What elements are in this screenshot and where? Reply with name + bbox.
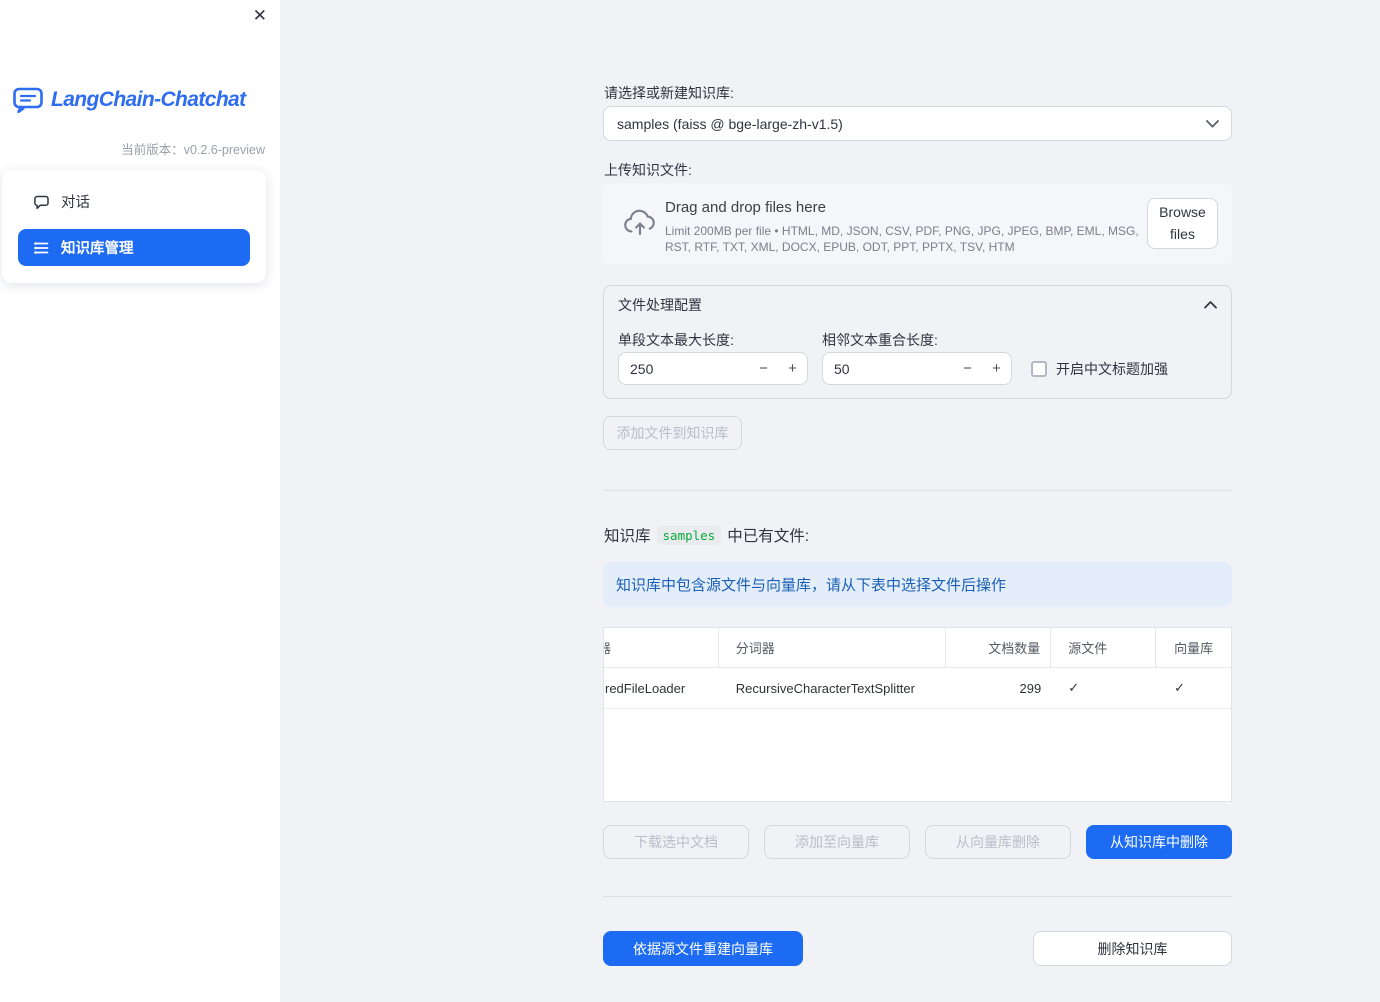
cell-vector-check: ✓	[1174, 680, 1185, 695]
delete-from-vectorstore-button[interactable]: 从向量库删除	[925, 825, 1071, 859]
delete-from-kb-button[interactable]: 从知识库中删除	[1086, 825, 1232, 859]
overlap-increment-button[interactable]: +	[982, 353, 1011, 384]
config-expander-header[interactable]: 文件处理配置	[604, 286, 1231, 323]
sidebar-item-label: 对话	[61, 195, 90, 211]
chunk-size-value[interactable]: 250	[619, 353, 749, 384]
chunk-size-input[interactable]: 250 − +	[618, 352, 808, 385]
kb-files-line: 知识库 samples 中已有文件:	[604, 524, 809, 546]
kb-selected-value: samples (faiss @ bge-large-zh-v1.5)	[617, 115, 843, 132]
chevron-down-icon	[1206, 119, 1219, 128]
dropzone-hint: Limit 200MB per file • HTML, MD, JSON, C…	[665, 224, 1139, 254]
checkbox-label: 开启中文标题加强	[1056, 361, 1168, 377]
sidebar-menu: 对话 知识库管理	[2, 170, 266, 283]
browse-files-button[interactable]: Browse files	[1147, 198, 1218, 249]
table-header-doc-count: 文档数量	[946, 628, 1052, 667]
kb-selectbox[interactable]: samples (faiss @ bge-large-zh-v1.5)	[603, 106, 1232, 141]
config-expander-title: 文件处理配置	[618, 296, 702, 313]
table-header-row: 器 分词器 文档数量 源文件 向量库	[604, 628, 1231, 668]
upload-label: 上传知识文件:	[604, 162, 692, 178]
table-header-source-file: 源文件	[1051, 628, 1157, 667]
kb-files-suffix: 中已有文件:	[727, 528, 810, 545]
chunk-size-label: 单段文本最大长度:	[618, 332, 734, 348]
overlap-size-value[interactable]: 50	[823, 353, 953, 384]
divider	[603, 490, 1232, 491]
sidebar-item-chat[interactable]: 对话	[18, 183, 250, 220]
dropzone-title: Drag and drop files here	[665, 199, 826, 216]
main-content: 请选择或新建知识库: samples (faiss @ bge-large-zh…	[603, 0, 1234, 1002]
table-row[interactable]: redFileLoader RecursiveCharacterTextSpli…	[604, 668, 1231, 709]
config-expander: 文件处理配置 单段文本最大长度: 相邻文本重合长度: 250 − + 50 − …	[603, 285, 1232, 399]
table-header-loader: 器	[604, 628, 719, 667]
sidebar-item-label: 知识库管理	[61, 241, 134, 257]
divider	[603, 896, 1232, 897]
file-uploader-dropzone[interactable]: Drag and drop files here Limit 200MB per…	[603, 183, 1232, 265]
sidebar: ✕ LangChain-Chatchat 当前版本：v0.2.6-preview	[0, 0, 280, 1002]
chevron-up-icon	[1204, 300, 1217, 309]
chunk-size-decrement-button[interactable]: −	[749, 353, 778, 384]
info-banner: 知识库中包含源文件与向量库，请从下表中选择文件后操作	[603, 562, 1232, 607]
chat-bubble-icon	[33, 194, 50, 210]
version-label: 当前版本：v0.2.6-preview	[121, 143, 265, 157]
chunk-size-increment-button[interactable]: +	[778, 353, 807, 384]
cell-source-check: ✓	[1068, 680, 1080, 695]
cell-splitter: RecursiveCharacterTextSplitter	[735, 680, 915, 696]
overlap-decrement-button[interactable]: −	[953, 353, 982, 384]
logo-chat-icon	[13, 87, 43, 113]
list-icon	[33, 240, 50, 256]
add-files-to-kb-button[interactable]: 添加文件到知识库	[603, 416, 742, 450]
app-logo: LangChain-Chatchat	[13, 87, 246, 113]
delete-kb-button[interactable]: 删除知识库	[1033, 931, 1232, 966]
rebuild-vectorstore-button[interactable]: 依据源文件重建向量库	[603, 931, 803, 966]
table-header-splitter: 分词器	[719, 628, 947, 667]
table-header-vectorstore: 向量库	[1174, 641, 1214, 656]
files-table[interactable]: 器 分词器 文档数量 源文件 向量库 redFileLoader Recursi…	[603, 627, 1232, 802]
sidebar-close-icon[interactable]: ✕	[253, 7, 267, 24]
sidebar-item-knowledge-base[interactable]: 知识库管理	[18, 229, 250, 266]
download-selected-button[interactable]: 下载选中文档	[603, 825, 749, 859]
cloud-upload-icon	[622, 208, 658, 238]
kb-select-label: 请选择或新建知识库:	[604, 85, 734, 101]
cell-doc-count: 299	[1019, 680, 1042, 696]
checkbox-box[interactable]	[1031, 361, 1047, 377]
overlap-size-label: 相邻文本重合长度:	[822, 332, 938, 348]
add-to-vectorstore-button[interactable]: 添加至向量库	[764, 825, 910, 859]
overlap-size-input[interactable]: 50 − +	[822, 352, 1012, 385]
cell-loader: redFileLoader	[605, 680, 686, 696]
logo-text: LangChain-Chatchat	[51, 88, 246, 111]
zh-title-enhance-checkbox[interactable]: 开启中文标题加强	[1031, 359, 1168, 379]
kb-files-prefix: 知识库	[604, 528, 651, 545]
kb-name-code: samples	[656, 525, 722, 545]
info-banner-text: 知识库中包含源文件与向量库，请从下表中选择文件后操作	[616, 577, 1007, 594]
